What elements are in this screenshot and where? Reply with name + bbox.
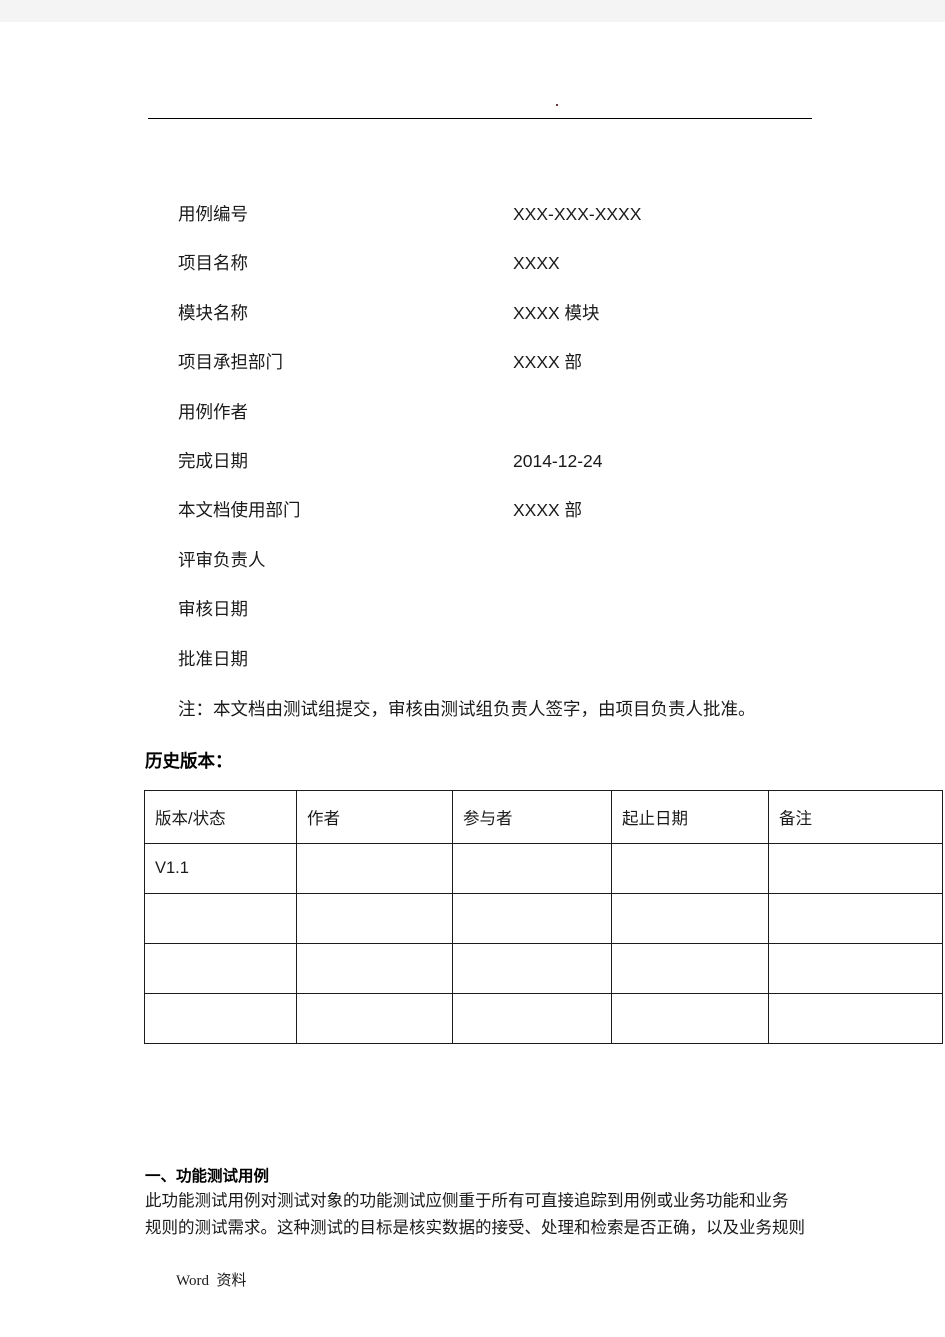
cell-version [144, 893, 297, 944]
cell-version: V1.1 [144, 843, 297, 894]
field-row-case-number: 用例编号 XXX-XXX-XXXX [178, 202, 838, 251]
header-dot-mark [556, 104, 558, 106]
cell-remarks [768, 993, 943, 1044]
table-row [144, 993, 943, 1044]
cell-participants [452, 843, 612, 894]
section-paragraph-line: 规则的测试需求。这种测试的目标是核实数据的接受、处理和检索是否正确，以及业务规则 [145, 1219, 805, 1237]
column-header-participants: 参与者 [452, 790, 612, 844]
field-label: 本文档使用部门 [178, 500, 301, 521]
field-row-review-owner: 评审负责人 [178, 548, 838, 597]
cell-author [296, 993, 453, 1044]
page-footer: Word 资料 [176, 1273, 247, 1289]
table-header-row: 版本/状态 作者 参与者 起止日期 备注 [144, 790, 943, 844]
table-row [144, 943, 943, 994]
field-row-owner-department: 项目承担部门 XXXX 部 [178, 350, 838, 399]
cell-version [144, 993, 297, 1044]
cell-date-range [611, 893, 769, 944]
field-label: 审核日期 [178, 599, 248, 620]
column-header-author: 作者 [296, 790, 453, 844]
cell-date-range [611, 843, 769, 894]
field-row-review-date: 审核日期 [178, 597, 838, 646]
cell-remarks [768, 943, 943, 994]
table-row: V1.1 [144, 843, 943, 894]
field-value: XXXX [513, 253, 560, 274]
history-version-heading: 历史版本： [145, 751, 233, 771]
cell-date-range [611, 943, 769, 994]
field-row-module-name: 模块名称 XXXX 模块 [178, 301, 838, 350]
field-value: XXX-XXX-XXXX [513, 204, 642, 224]
cell-date-range [611, 993, 769, 1044]
field-value: XXXX 模块 [513, 302, 600, 323]
cell-participants [452, 943, 612, 994]
column-header-version: 版本/状态 [144, 790, 297, 844]
table-row [144, 893, 943, 944]
cell-author [296, 843, 453, 894]
field-row-using-department: 本文档使用部门 XXXX 部 [178, 498, 838, 547]
section-paragraph-line: 此功能测试用例对测试对象的功能测试应侧重于所有可直接追踪到用例或业务功能和业务 [145, 1192, 789, 1210]
field-row-approval-date: 批准日期 [178, 647, 838, 696]
page-header [148, 95, 812, 119]
field-value: XXXX 部 [513, 352, 583, 373]
field-row-project-name: 项目名称 XXXX [178, 251, 838, 300]
field-label: 项目承担部门 [178, 352, 283, 373]
header-divider-rule [148, 118, 812, 119]
field-label: 完成日期 [178, 450, 248, 471]
cell-version [144, 943, 297, 994]
field-label: 用例编号 [178, 204, 248, 224]
field-label: 批准日期 [178, 648, 248, 669]
field-row-case-author: 用例作者 [178, 400, 838, 449]
field-value: 2014-12-24 [513, 450, 603, 471]
field-row-completion-date: 完成日期 2014-12-24 [178, 449, 838, 498]
cell-participants [452, 993, 612, 1044]
field-label: 项目名称 [178, 253, 248, 274]
history-version-table: 版本/状态 作者 参与者 起止日期 备注 V1.1 [144, 790, 943, 1044]
field-label: 用例作者 [178, 401, 248, 422]
column-header-remarks: 备注 [768, 790, 943, 844]
cover-field-list: 用例编号 XXX-XXX-XXXX 项目名称 XXXX 模块名称 XXXX 模块… [178, 202, 838, 696]
cell-author [296, 893, 453, 944]
field-value: XXXX 部 [513, 500, 583, 521]
cell-remarks [768, 893, 943, 944]
cell-remarks [768, 843, 943, 894]
field-label: 模块名称 [178, 302, 248, 323]
document-page: 用例编号 XXX-XXX-XXXX 项目名称 XXXX 模块名称 XXXX 模块… [0, 22, 945, 1337]
cover-note: 注：本文档由测试组提交，审核由测试组负责人签字，由项目负责人批准。 [178, 699, 756, 719]
section-heading-functional-test-cases: 一、功能测试用例 [145, 1168, 270, 1185]
cell-author [296, 943, 453, 994]
section-body-text: 此功能测试用例对测试对象的功能测试应侧重于所有可直接追踪到用例或业务功能和业务 … [145, 1188, 845, 1242]
cell-participants [452, 893, 612, 944]
field-label: 评审负责人 [178, 549, 266, 570]
column-header-date-range: 起止日期 [611, 790, 769, 844]
